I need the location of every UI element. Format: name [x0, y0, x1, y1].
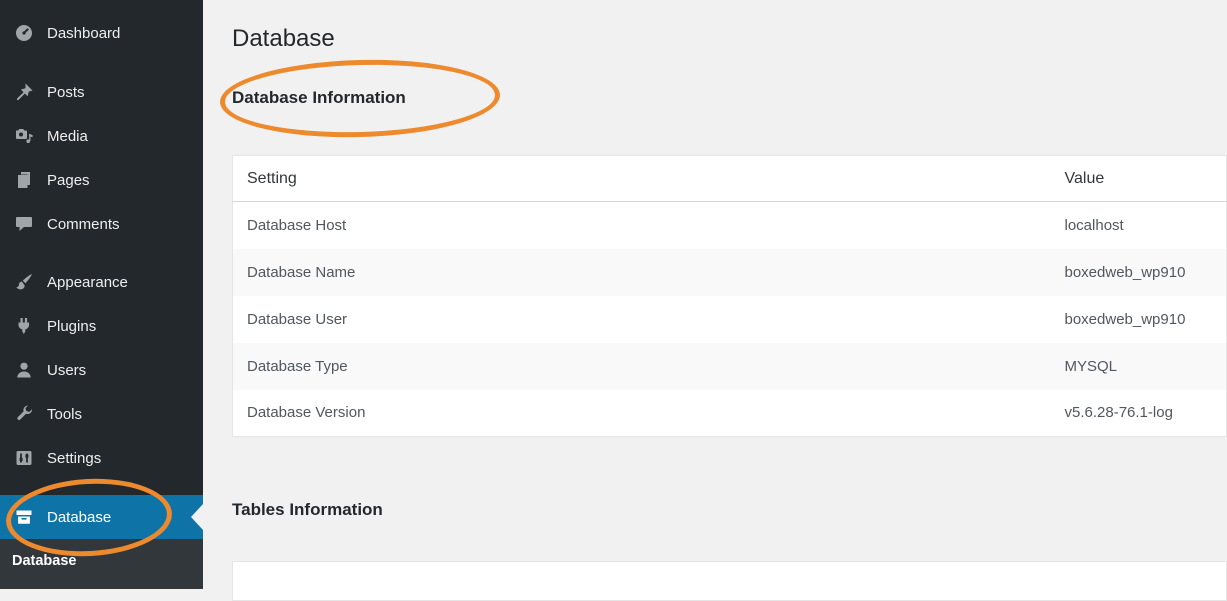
value-cell: boxedweb_wp910 [1064, 263, 1186, 281]
value-cell: boxedweb_wp910 [1064, 310, 1186, 328]
sidebar-item-label: Tools [47, 405, 83, 423]
admin-menu: Dashboard Posts Media Pages Comments App… [0, 0, 203, 539]
sidebar-item-tools[interactable]: Tools [0, 392, 203, 436]
dashboard-icon [14, 23, 34, 43]
table-row: Database Host localhost [233, 202, 1227, 249]
brush-icon [14, 272, 34, 292]
value-cell: MYSQL [1064, 357, 1118, 375]
sidebar-item-database[interactable]: Database [0, 495, 203, 539]
database-information-table: Setting Value Database Host localhost Da… [232, 155, 1227, 437]
sidebar-item-media[interactable]: Media [0, 114, 203, 158]
sliders-icon [14, 448, 34, 468]
sidebar-item-settings[interactable]: Settings [0, 436, 203, 480]
sidebar-item-label: Pages [47, 171, 90, 189]
sidebar-item-label: Appearance [47, 273, 128, 291]
table-row: Database Type MYSQL [232, 342, 1227, 390]
sidebar-item-pages[interactable]: Pages [0, 158, 203, 202]
sidebar-item-label: Posts [47, 83, 85, 101]
setting-cell: Database Host [247, 216, 347, 234]
column-header-setting: Setting [232, 155, 1051, 202]
column-header-value: Value [1050, 155, 1227, 202]
table-row: Database Name boxedweb_wp910 [232, 248, 1227, 296]
main-content: Database Database Information Setting Va… [203, 0, 1227, 601]
pages-icon [14, 170, 34, 190]
database-icon [14, 507, 34, 527]
sidebar-item-plugins[interactable]: Plugins [0, 304, 203, 348]
sidebar-item-posts[interactable]: Posts [0, 70, 203, 114]
sidebar-item-label: Settings [47, 449, 102, 467]
wrench-icon [14, 404, 34, 424]
comment-icon [14, 214, 34, 234]
table-row: Database Version v5.6.28-76.1-log [233, 390, 1227, 437]
setting-cell: Database Version [247, 404, 366, 422]
page-title: Database [232, 25, 335, 52]
sidebar-item-comments[interactable]: Comments [0, 202, 203, 246]
table-row: Database User boxedweb_wp910 [233, 296, 1227, 343]
setting-cell: Database Type [247, 357, 348, 375]
value-cell: localhost [1064, 216, 1124, 234]
submenu-item-label: Database [12, 553, 77, 569]
sidebar-item-label: Dashboard [47, 24, 121, 42]
table-header-row: Setting Value [232, 155, 1227, 202]
tables-information-table [232, 561, 1227, 601]
value-cell: v5.6.28-76.1-log [1064, 404, 1173, 422]
user-icon [14, 360, 34, 380]
setting-cell: Database User [247, 310, 348, 328]
tables-information-heading: Tables Information [232, 500, 383, 519]
plug-icon [14, 316, 34, 336]
database-information-heading: Database Information [232, 88, 406, 107]
sidebar-item-label: Comments [47, 215, 120, 233]
sidebar-item-users[interactable]: Users [0, 348, 203, 392]
submenu-item-database[interactable]: Database [0, 539, 203, 589]
sidebar-item-label: Database [47, 508, 112, 526]
sidebar-item-label: Media [47, 127, 88, 145]
camera-icon [14, 126, 34, 146]
pushpin-icon [14, 82, 34, 102]
active-item-arrow-icon [191, 504, 203, 530]
sidebar-item-appearance[interactable]: Appearance [0, 260, 203, 304]
setting-cell: Database Name [247, 263, 356, 281]
sidebar-item-label: Users [47, 361, 87, 379]
sidebar-item-dashboard[interactable]: Dashboard [0, 11, 203, 55]
admin-sidebar: Dashboard Posts Media Pages Comments App… [0, 0, 203, 589]
sidebar-item-label: Plugins [47, 317, 97, 335]
